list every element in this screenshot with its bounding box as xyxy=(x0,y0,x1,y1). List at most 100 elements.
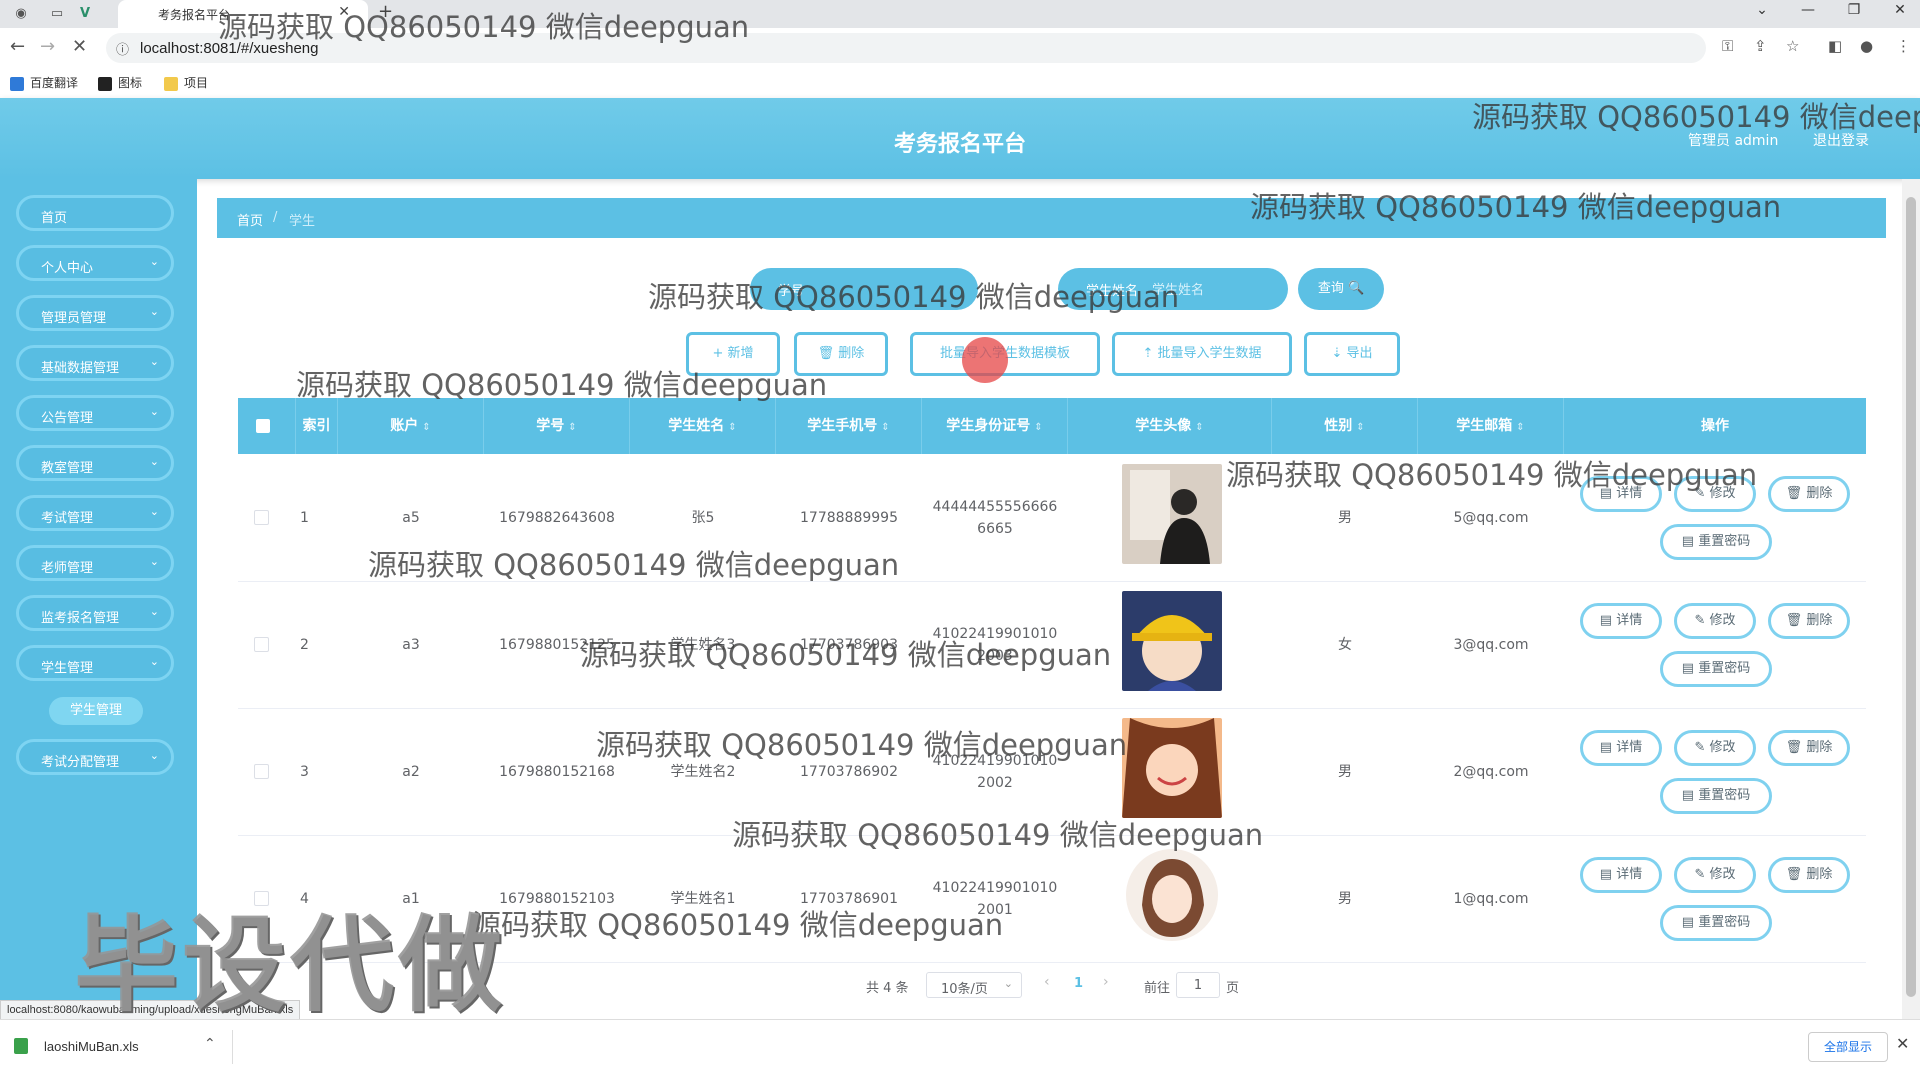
sidebar-item-teachers[interactable]: 老师管理 ⌄ xyxy=(16,545,174,581)
select-all-checkbox[interactable] xyxy=(256,419,270,433)
window-close-icon[interactable]: ✕ xyxy=(1880,2,1920,18)
detail-button[interactable]: ▤ 详情 xyxy=(1580,857,1662,893)
header-avatar[interactable]: 学生头像 ⇕ xyxy=(1068,398,1272,454)
url-box[interactable]: ⓘ localhost:8081/#/xuesheng xyxy=(106,33,1706,63)
sidebar-item-students[interactable]: 学生管理 ⌄ xyxy=(16,645,174,681)
delete-button[interactable]: 🗑 删除 xyxy=(1768,857,1850,893)
student-avatar[interactable] xyxy=(1122,464,1222,564)
github-icon[interactable]: ◉ xyxy=(10,4,32,24)
sidebar-item-home[interactable]: 首页 xyxy=(16,195,174,231)
delete-button[interactable]: 🗑 删除 xyxy=(1768,476,1850,512)
minimize-icon[interactable]: — xyxy=(1788,2,1828,18)
detail-button[interactable]: ▤ 详情 xyxy=(1580,476,1662,512)
sort-icon[interactable]: ⇕ xyxy=(1034,422,1042,433)
menu-icon[interactable]: ⋮ xyxy=(1896,37,1911,55)
page-size-select[interactable]: 10条/页 ⌄ xyxy=(926,972,1022,998)
reset-password-button[interactable]: ▤ 重置密码 xyxy=(1660,524,1772,560)
profile-icon[interactable]: ● xyxy=(1860,37,1873,55)
sidebar-item-notices[interactable]: 公告管理 ⌄ xyxy=(16,395,174,431)
header-gender[interactable]: 性别 ⇕ xyxy=(1272,398,1418,454)
prev-page-icon[interactable]: ‹ xyxy=(1044,974,1050,990)
share-icon[interactable]: ⇪ xyxy=(1754,37,1767,55)
sort-icon[interactable]: ⇕ xyxy=(1195,422,1203,433)
edit-button[interactable]: ✎ 修改 xyxy=(1674,857,1756,893)
edit-button[interactable]: ✎ 修改 xyxy=(1674,603,1756,639)
student-avatar[interactable] xyxy=(1122,591,1222,691)
sidebar-subitem-student-management[interactable]: 学生管理 xyxy=(49,697,143,725)
sidebar-item-proctor-signup[interactable]: 监考报名管理 ⌄ xyxy=(16,595,174,631)
sort-icon[interactable]: ⇕ xyxy=(422,422,430,433)
header-select-all[interactable] xyxy=(238,398,296,454)
restore-icon[interactable]: ❐ xyxy=(1834,2,1874,18)
sidebar-item-basic-data[interactable]: 基础数据管理 ⌄ xyxy=(16,345,174,381)
forward-icon[interactable]: → xyxy=(40,36,55,57)
delete-button[interactable]: 🗑 删除 xyxy=(1768,603,1850,639)
tab-search-icon[interactable]: ⌄ xyxy=(1742,2,1782,18)
header-phone[interactable]: 学生手机号 ⇕ xyxy=(776,398,922,454)
sort-icon[interactable]: ⇕ xyxy=(1516,422,1524,433)
site-info-icon[interactable]: ⓘ xyxy=(116,39,129,58)
detail-button[interactable]: ▤ 详情 xyxy=(1580,603,1662,639)
detail-button[interactable]: ▤ 详情 xyxy=(1580,730,1662,766)
stop-icon[interactable]: ✕ xyxy=(72,36,87,57)
delete-button[interactable]: 🗑 删除 xyxy=(1768,730,1850,766)
active-tab[interactable]: 考务报名平台 ✕ xyxy=(118,0,368,28)
next-page-icon[interactable]: › xyxy=(1103,974,1109,990)
student-no-input[interactable] xyxy=(834,276,958,304)
batch-import-button[interactable]: ⇡ 批量导入学生数据 xyxy=(1112,332,1292,376)
header-name[interactable]: 学生姓名 ⇕ xyxy=(630,398,776,454)
batch-delete-button[interactable]: 🗑 删除 xyxy=(794,332,888,376)
student-avatar[interactable] xyxy=(1122,845,1222,945)
header-id-card[interactable]: 学生身份证号 ⇕ xyxy=(922,398,1068,454)
sidepanel-icon[interactable]: ◧ xyxy=(1828,37,1842,55)
download-filename[interactable]: laoshiMuBan.xls xyxy=(44,1039,139,1054)
back-icon[interactable]: ← xyxy=(10,36,25,57)
goto-page-input[interactable] xyxy=(1176,972,1220,998)
sidebar-item-classrooms[interactable]: 教室管理 ⌄ xyxy=(16,445,174,481)
row-checkbox[interactable] xyxy=(254,764,269,779)
close-download-bar-icon[interactable]: ✕ xyxy=(1896,1034,1909,1053)
header-email[interactable]: 学生邮箱 ⇕ xyxy=(1418,398,1564,454)
row-checkbox[interactable] xyxy=(254,637,269,652)
reset-password-button[interactable]: ▤ 重置密码 xyxy=(1660,778,1772,814)
sort-icon[interactable]: ⇕ xyxy=(881,422,889,433)
key-icon[interactable]: ⚿ xyxy=(1722,37,1733,55)
row-checkbox[interactable] xyxy=(254,891,269,906)
page-scrollbar[interactable] xyxy=(1902,179,1920,1019)
blank-tab-icon[interactable]: ▭ xyxy=(46,4,68,24)
new-tab-icon[interactable]: + xyxy=(378,1,393,22)
trash-icon: 🗑 xyxy=(1785,486,1807,501)
chevron-up-icon[interactable]: ⌃ xyxy=(204,1036,216,1052)
sidebar-item-exam-assignment[interactable]: 考试分配管理 ⌄ xyxy=(16,739,174,775)
edit-button[interactable]: ✎ 修改 xyxy=(1674,476,1756,512)
page-number[interactable]: 1 xyxy=(1074,976,1083,991)
logout-link[interactable]: 退出登录 xyxy=(1813,130,1869,150)
export-button[interactable]: ⇣ 导出 xyxy=(1304,332,1400,376)
scroll-thumb[interactable] xyxy=(1906,197,1916,997)
sidebar-item-admins[interactable]: 管理员管理 ⌄ xyxy=(16,295,174,331)
sidebar-item-profile[interactable]: 个人中心 ⌄ xyxy=(16,245,174,281)
header-account[interactable]: 账户 ⇕ xyxy=(338,398,484,454)
sort-icon[interactable]: ⇕ xyxy=(568,422,576,433)
sort-icon[interactable]: ⇕ xyxy=(728,422,736,433)
student-name-input[interactable] xyxy=(1150,276,1274,304)
bookmark-baidu-translate[interactable]: 百度翻译 xyxy=(10,74,78,91)
bookmark-project[interactable]: 项目 xyxy=(164,74,208,91)
student-avatar[interactable] xyxy=(1122,718,1222,818)
sort-icon[interactable]: ⇕ xyxy=(1356,422,1364,433)
query-button[interactable]: 查询 🔍 xyxy=(1298,268,1384,310)
row-checkbox[interactable] xyxy=(254,510,269,525)
add-button[interactable]: + 新增 xyxy=(686,332,780,376)
vue-tab-icon[interactable]: V xyxy=(74,4,96,24)
reset-password-button[interactable]: ▤ 重置密码 xyxy=(1660,651,1772,687)
header-student-no[interactable]: 学号 ⇕ xyxy=(484,398,630,454)
edit-button[interactable]: ✎ 修改 xyxy=(1674,730,1756,766)
show-all-downloads-button[interactable]: 全部显示 xyxy=(1808,1032,1888,1062)
sidebar-item-exams[interactable]: 考试管理 ⌄ xyxy=(16,495,174,531)
breadcrumb-home[interactable]: 首页 xyxy=(237,210,263,229)
tab-close-icon[interactable]: ✕ xyxy=(338,4,350,20)
reset-password-button[interactable]: ▤ 重置密码 xyxy=(1660,905,1772,941)
url-text[interactable]: localhost:8081/#/xuesheng xyxy=(140,40,318,57)
bookmark-icons[interactable]: 图标 xyxy=(98,74,142,91)
star-icon[interactable]: ☆ xyxy=(1786,37,1799,55)
